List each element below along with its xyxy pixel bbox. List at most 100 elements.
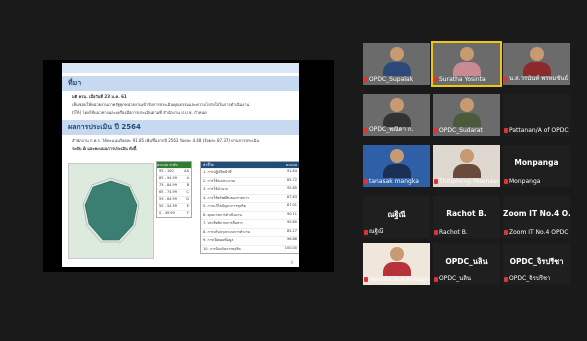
mic-muted-icon (504, 230, 508, 235)
participant-name: Pattanan/A of OPDC (509, 127, 569, 134)
grade-header-score: คะแนน (157, 163, 169, 167)
mic-muted-icon (364, 277, 368, 282)
participant-tile[interactable]: Pattanan/A of OPDC (503, 94, 570, 136)
participant-name: น.ส.วรนันท์ พรหมขันธ์ (509, 75, 569, 82)
score-value: 85.27 (286, 228, 297, 233)
participant-display-name: Zoom IT No.4 O... (503, 209, 570, 218)
mic-muted-icon (434, 77, 438, 82)
grade-row: 75 - 84.99 B (157, 182, 191, 189)
slide-line-1: เห็นชอบให้หน่วยงานภาครัฐทุกหน่วยงานเข้าร… (72, 102, 250, 107)
mic-muted-icon (364, 230, 368, 235)
participant-name: OPDC_นลิน (439, 275, 472, 282)
participant-display-name: Monpanga (514, 158, 559, 167)
participant-display-name: ณฐิณี (387, 210, 406, 219)
score-row: 9. การเปิดเผยข้อมูล 96.88 (201, 236, 299, 245)
score-value: 87.63 (286, 194, 297, 199)
participant-name: Monpanga (509, 178, 541, 185)
participant-display-name: Rachot B. (446, 209, 487, 218)
score-value: 96.88 (286, 237, 297, 241)
mic-muted-icon (364, 77, 368, 82)
participant-name: OPDC_Sudarat (439, 127, 483, 134)
participant-video (382, 147, 411, 179)
radar-chart (68, 163, 154, 259)
grade-row: 65 - 74.99 C (157, 189, 191, 196)
participant-name: Suratha Yosinta (439, 76, 486, 83)
grade-range: 85 - 94.99 (159, 176, 177, 180)
grade-row: 55 - 64.99 D (157, 196, 191, 203)
slide-header-title: ที่มา (62, 75, 299, 91)
mic-muted-icon (434, 128, 438, 133)
participant-video (452, 45, 481, 77)
slide-top-band (62, 63, 299, 73)
score-label: 2. การใช้งบประมาณ (203, 178, 235, 183)
participant-video (382, 45, 411, 77)
participant-display-name: OPDC_นลิน (445, 257, 488, 266)
score-value: 91.84 (286, 169, 297, 173)
participant-name: Wanida Suwannaprapa (369, 276, 429, 283)
grade-table: คะแนน ระดับ 95 - 100 AA 85 - 94.99 A 75 - … (156, 161, 192, 218)
mic-muted-icon (364, 128, 368, 133)
participant-name: Rachot B. (439, 229, 468, 236)
participant-tile[interactable]: OPDC_พณิดา ก. (363, 94, 430, 136)
participant-name: OPDC_พณิดา ก. (369, 126, 414, 133)
grade-row: 85 - 94.99 A (157, 175, 191, 182)
radar-score-area (84, 180, 138, 241)
participant-name: Zoom IT No.4 OPDC (509, 229, 569, 236)
mic-muted-icon (504, 277, 508, 282)
grade-range: 55 - 64.99 (159, 197, 177, 201)
slide-header: ที่มา (62, 75, 299, 91)
score-row: 6. คุณภาพการดำเนินงาน 90.11 (201, 210, 299, 220)
participant-video (382, 245, 411, 277)
participant-name: ณฐิณี (369, 228, 384, 235)
score-row: 5. การแก้ไขปัญหาการทุจริต 87.01 (201, 202, 299, 211)
score-row: 10. การป้องกันการทุจริต 100.00 (201, 244, 299, 254)
participant-tile[interactable]: Thitiphong Maenayot (433, 145, 500, 187)
participant-tile[interactable]: OPDC_Supalak (363, 43, 430, 85)
participant-name: OPDC_จิรปรีชา (509, 275, 551, 282)
participant-video (452, 96, 481, 128)
presentation-slide: ที่มา มติ ครม. เมื่อวันที่ 23 ม.ค. 61 เห… (62, 63, 299, 267)
score-value: 92.65 (286, 186, 297, 190)
participant-tile[interactable]: Rachot B. Rachot B. (433, 196, 500, 238)
participant-video (452, 147, 481, 179)
slide-section-title: ผลการประเมิน ปี 2564 (62, 119, 299, 135)
participant-tile[interactable]: tanasak mangka (363, 145, 430, 187)
grade-range: 65 - 74.99 (159, 190, 177, 194)
score-row: 3. การใช้อำนาจ 92.65 (201, 185, 299, 194)
score-row: 7. ประสิทธิภาพการสื่อสาร 90.80 (201, 219, 299, 228)
score-label: 8. การปรับปรุงระบบการทำงาน (203, 229, 251, 234)
participant-name: tanasak mangka (369, 178, 419, 185)
participant-tile[interactable]: ณฐิณี ณฐิณี (363, 196, 430, 238)
participant-tile[interactable]: OPDC_นลิน OPDC_นลิน (433, 243, 500, 285)
slide-section: ผลการประเมิน ปี 2564 (62, 119, 299, 135)
participant-tile[interactable]: น.ส.วรนันท์ พรหมขันธ์ (503, 43, 570, 85)
participant-tile[interactable]: OPDC_Sudarat (433, 94, 500, 136)
grade-level: E (186, 204, 189, 208)
score-label: 7. ประสิทธิภาพการสื่อสาร (203, 221, 243, 225)
participant-tile[interactable]: OPDC_จิรปรีชา OPDC_จิรปรีชา (503, 243, 570, 285)
score-label: 6. คุณภาพการดำเนินงาน (203, 212, 242, 217)
slide-result-1: สำนักงาน ก.พ.ร. ได้คะแนนร้อยละ 91.85 เพิ… (72, 138, 259, 143)
score-value: 85.72 (286, 177, 297, 182)
score-row: 2. การใช้งบประมาณ 85.72 (201, 176, 299, 186)
participant-tile[interactable]: Zoom IT No.4 O... Zoom IT No.4 OPDC (503, 196, 570, 238)
score-value: 90.11 (286, 211, 297, 216)
score-label: 3. การใช้อำนาจ (203, 187, 228, 191)
participant-tile-active-speaker[interactable]: Suratha Yosinta (431, 41, 502, 87)
score-label: 10. การป้องกันการทุจริต (203, 246, 241, 251)
slide-bold-line: มติ ครม. เมื่อวันที่ 23 ม.ค. 61 (72, 94, 127, 99)
radar-chart-svg (82, 177, 140, 243)
participant-tile[interactable]: Monpanga Monpanga (503, 145, 570, 187)
grade-range: 0 - 49.99 (159, 211, 175, 215)
participant-tile[interactable]: Wanida Suwannaprapa (363, 243, 430, 285)
grade-range: 75 - 84.99 (159, 183, 177, 187)
grade-range: 50 - 54.99 (159, 204, 177, 208)
slide-result-2: ระดับ A และคะแนนการประเมิน ดังนี้ (72, 146, 137, 151)
score-value: 87.01 (286, 203, 297, 207)
mic-muted-icon (434, 230, 438, 235)
top-bar (0, 0, 587, 34)
grade-level: C (186, 190, 189, 194)
score-row: 1. การปฏิบัติหน้าที่ 91.84 (201, 168, 299, 177)
grade-level: D (186, 197, 189, 201)
participant-name: OPDC_Supalak (369, 76, 414, 83)
